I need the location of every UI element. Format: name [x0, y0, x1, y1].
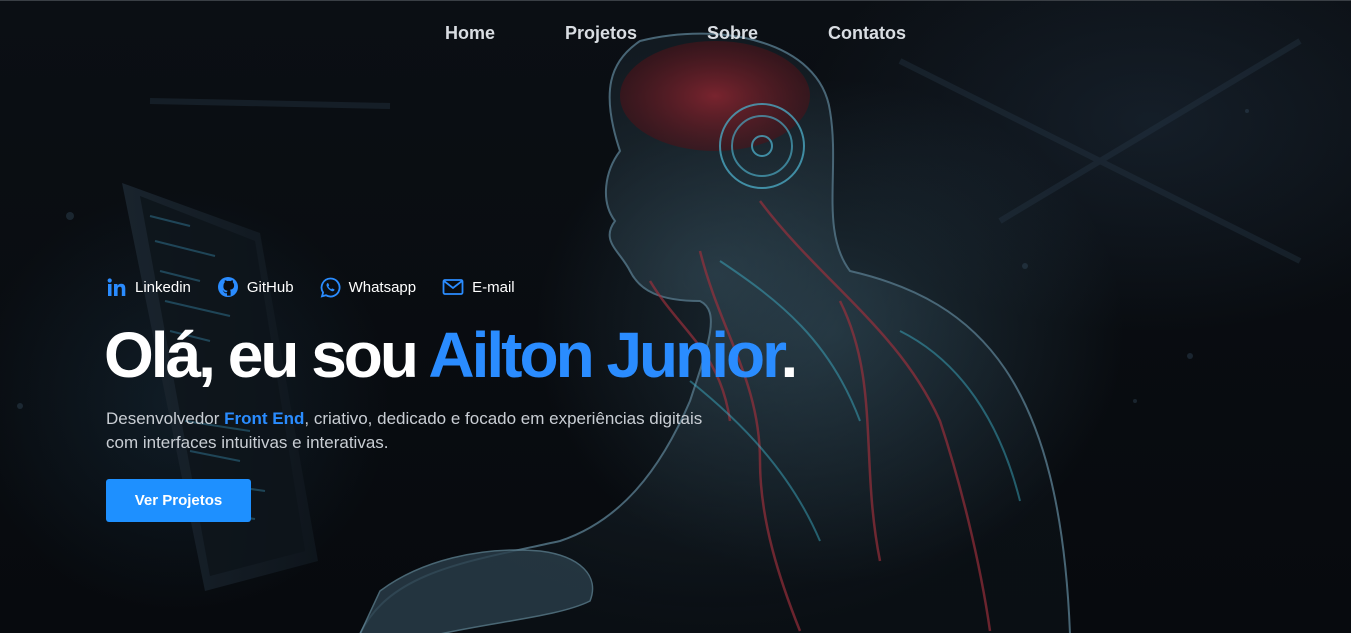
desc-highlight: Front End [224, 409, 305, 428]
nav-projetos-link[interactable]: Projetos [530, 1, 672, 65]
github-label: GitHub [246, 278, 294, 296]
nav-home-link[interactable]: Home [410, 1, 530, 65]
ver-projetos-button[interactable]: Ver Projetos [106, 479, 251, 522]
linkedin-label: Linkedin [135, 278, 191, 296]
whatsapp-label: Whatsapp [348, 278, 417, 296]
linkedin-link[interactable]: Linkedin [106, 277, 191, 298]
email-link[interactable]: E-mail [442, 278, 515, 296]
github-link[interactable]: GitHub [217, 276, 294, 298]
whatsapp-link[interactable]: Whatsapp [320, 277, 417, 298]
whatsapp-icon [320, 277, 341, 298]
desc-before: Desenvolvedor [106, 409, 225, 428]
social-links: Linkedin GitHub Whatsapp E-mail [106, 276, 515, 298]
headline-period: . [780, 319, 798, 391]
hero-description: Desenvolvedor Front End, criativo, dedic… [106, 407, 706, 455]
hero-headline: Olá, eu sou Ailton Junior. [104, 317, 798, 393]
nav-sobre-link[interactable]: Sobre [672, 1, 793, 65]
linkedin-icon [106, 277, 127, 298]
mail-icon [442, 278, 464, 296]
main-navigation: Home Projetos Sobre Contatos [0, 1, 1351, 65]
headline-name: Ailton Junior [428, 319, 783, 391]
headline-greeting: Olá, eu sou [104, 319, 429, 391]
hero-section: Home Projetos Sobre Contatos Linkedin Gi… [0, 0, 1351, 633]
email-label: E-mail [472, 278, 515, 296]
github-icon [217, 276, 239, 298]
nav-contatos-link[interactable]: Contatos [793, 1, 941, 65]
